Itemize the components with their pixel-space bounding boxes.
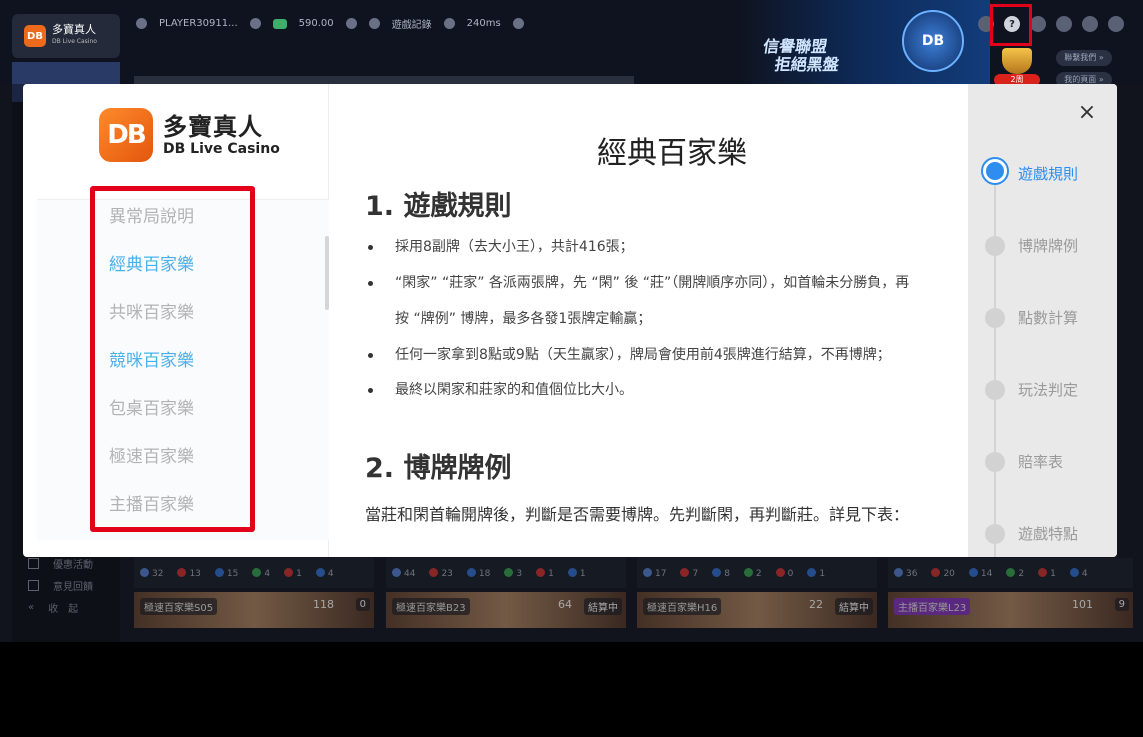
rule-item: 任何一家拿到8點或9點（天生贏家），牌局會使用前4張牌進行結算，不再博牌；: [395, 347, 891, 363]
shield-icon: DB: [902, 10, 964, 72]
modal-sidebar: DB 多寶真人 DB Live Casino 異常局說明 經典百家樂 共咪百家樂…: [37, 84, 329, 557]
ping-value: 240ms: [466, 18, 501, 29]
rules-content: 經典百家樂 1. 遊戲規則 採用8副牌（去大小王），共計416張； “閑家” “…: [344, 84, 994, 557]
bullet: [368, 245, 373, 250]
bullet: [368, 353, 373, 358]
help-highlight-box: [990, 4, 1032, 46]
toc-item-features[interactable]: 遊戲特點: [1018, 523, 1078, 544]
db-logo-icon: DB: [99, 108, 153, 162]
toc-item-draw[interactable]: 博牌牌例: [1018, 235, 1078, 256]
trophy-badge[interactable]: 2周: [994, 48, 1040, 88]
eye-icon[interactable]: [345, 18, 357, 29]
rules-modal: DB 多寶真人 DB Live Casino 異常局說明 經典百家樂 共咪百家樂…: [23, 84, 1117, 557]
content-title: 經典百家樂: [597, 136, 747, 171]
toc-dot[interactable]: [985, 452, 1005, 472]
banner-line1: 信譽聯盟: [762, 37, 829, 56]
rule-item: “閑家” “莊家” 各派兩張牌，先 “閑” 後 “莊”（開牌順序亦同），如首輪未…: [395, 275, 910, 291]
db-logo-icon: DB: [24, 25, 46, 47]
trophy-icon: [1002, 48, 1032, 74]
rule-item-continued: 按 “牌例” 博牌，最多各發1張牌定輸贏；: [395, 311, 652, 327]
money-icon: [272, 18, 287, 29]
user-icon: [136, 18, 147, 29]
rule-item: 最終以閑家和莊家的和值個位比大小。: [395, 382, 633, 398]
toc-line: [994, 172, 996, 557]
bullet: [368, 281, 373, 286]
modal-brand-sub: DB Live Casino: [163, 141, 280, 157]
modal-logo: DB 多寶真人 DB Live Casino: [99, 108, 280, 162]
modal-brand-title: 多寶真人: [163, 113, 263, 141]
sidebar-highlight-box: [90, 186, 255, 532]
toc-panel: 遊戲規則 博牌牌例 點數計算 玩法判定 賠率表 遊戲特點: [968, 84, 1117, 557]
brand-title: 多寶真人: [52, 23, 96, 36]
sidebar-scrollbar[interactable]: [325, 236, 329, 310]
section-paragraph: 當莊和閑首輪開牌後，判斷是否需要博牌。先判斷閑，再判斷莊。詳見下表：: [365, 505, 910, 524]
toc-dot[interactable]: [985, 380, 1005, 400]
player-name: PLAYER30911...: [159, 18, 238, 29]
contact-pill[interactable]: 聯繫我們 »: [1056, 50, 1112, 66]
brand-sub: DB Live Casino: [52, 38, 97, 45]
sound-icon[interactable]: [1030, 16, 1046, 32]
player-info: PLAYER30911... 590.00 遊戲記錄 240ms: [136, 16, 524, 31]
verified-icon: [249, 18, 261, 29]
toc-dot-active[interactable]: [981, 157, 1009, 185]
brand-logo[interactable]: DB 多寶真人 DB Live Casino: [12, 14, 120, 58]
toc-item-rules[interactable]: 遊戲規則: [1018, 163, 1078, 184]
toc-dot[interactable]: [985, 308, 1005, 328]
records-icon: [368, 18, 380, 29]
fullscreen-icon[interactable]: [1108, 16, 1124, 32]
bell-icon[interactable]: [512, 18, 524, 29]
toc-item-odds[interactable]: 賠率表: [1018, 451, 1063, 472]
section-heading-rules: 1. 遊戲規則: [365, 191, 512, 222]
banner-line2: 拒絕黑盤: [773, 55, 841, 74]
section-heading-draw: 2. 博牌牌例: [365, 453, 512, 484]
game-category-bar: [134, 76, 634, 84]
toc-dot[interactable]: [985, 524, 1005, 544]
music-icon[interactable]: [1056, 16, 1072, 32]
top-bar: DB 多寶真人 DB Live Casino PLAYER30911... 590…: [0, 0, 1143, 88]
bullet: [368, 388, 373, 393]
gear-icon[interactable]: [1082, 16, 1098, 32]
toc-dot[interactable]: [985, 236, 1005, 256]
records-link[interactable]: 遊戲記錄: [392, 16, 432, 31]
toc-item-judge[interactable]: 玩法判定: [1018, 379, 1078, 400]
balance: 590.00: [298, 18, 334, 29]
rule-item: 採用8副牌（去大小王），共計416張；: [395, 239, 634, 255]
toc-item-points[interactable]: 點數計算: [1018, 307, 1078, 328]
ping-icon: [443, 18, 455, 29]
close-icon[interactable]: ×: [1076, 102, 1098, 124]
